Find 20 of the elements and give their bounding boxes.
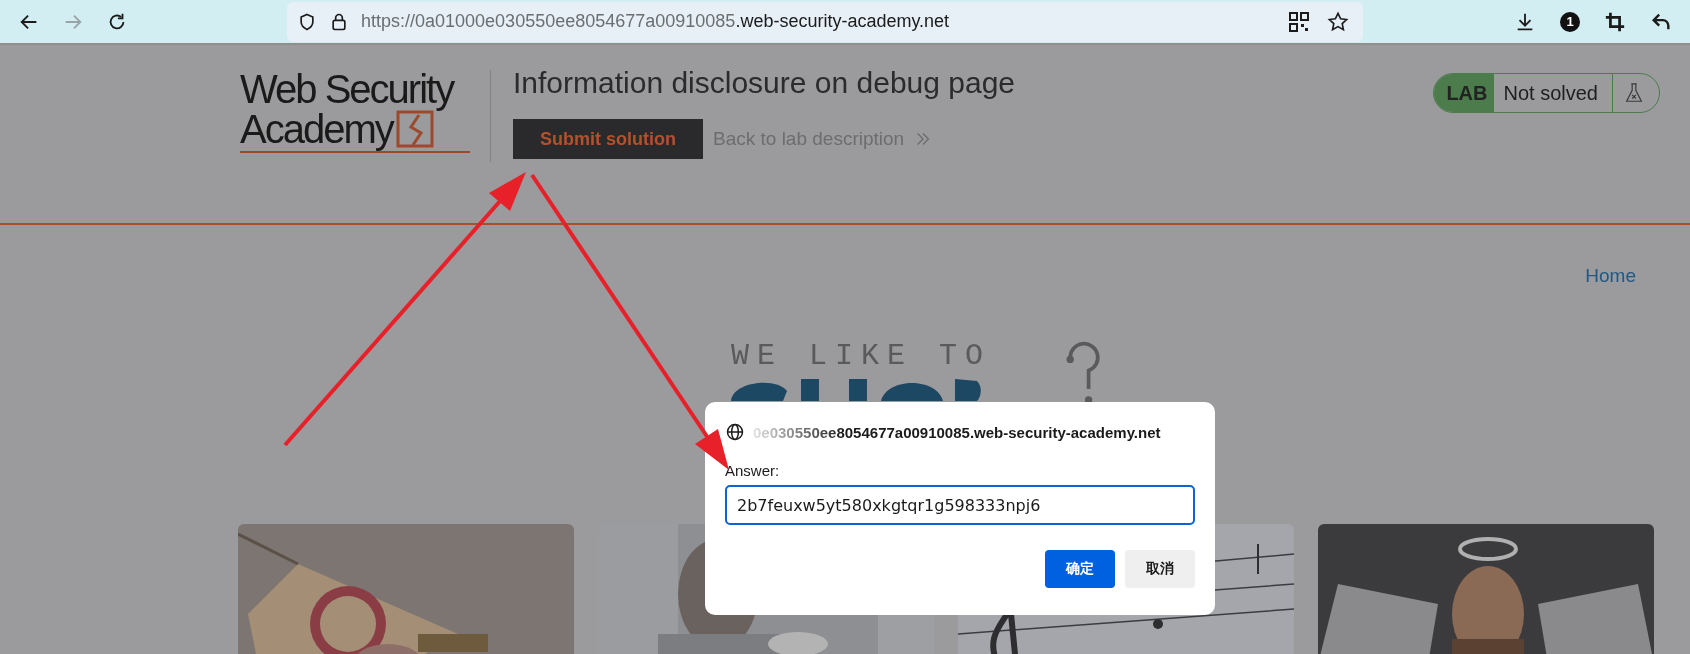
cancel-button[interactable]: 取消 <box>1125 550 1195 588</box>
logo-icon <box>394 109 435 149</box>
lab-label: LAB <box>1434 74 1494 112</box>
crop-icon[interactable] <box>1604 10 1626 33</box>
url-text: https://0a01000e030550ee8054677a00910085.web-security-academy.net <box>361 11 950 32</box>
address-bar[interactable]: https://0a01000e030550ee8054677a00910085.web-security-academy.net <box>287 1 1363 42</box>
lab-status: Not solved <box>1493 74 1613 112</box>
logo-text: Web Security <box>240 70 455 109</box>
lab-title: Information disclosure on debug page <box>513 66 1015 101</box>
lock-icon[interactable] <box>329 11 349 32</box>
confirm-button[interactable]: 确定 <box>1045 550 1115 588</box>
extension-badge[interactable]: 1 <box>1560 11 1580 32</box>
shield-icon[interactable] <box>297 11 317 32</box>
logo-text: Academy <box>240 110 393 149</box>
qr-code-icon[interactable] <box>1289 11 1309 32</box>
globe-icon <box>725 422 745 442</box>
answer-label: Answer: <box>725 462 781 479</box>
banner-tagline: WE LIKE TO <box>731 339 992 373</box>
answer-field[interactable]: 2b7feuxw5yt580xkgtqr1g598333npj6 <box>725 485 1195 525</box>
star-icon[interactable] <box>1327 10 1349 33</box>
